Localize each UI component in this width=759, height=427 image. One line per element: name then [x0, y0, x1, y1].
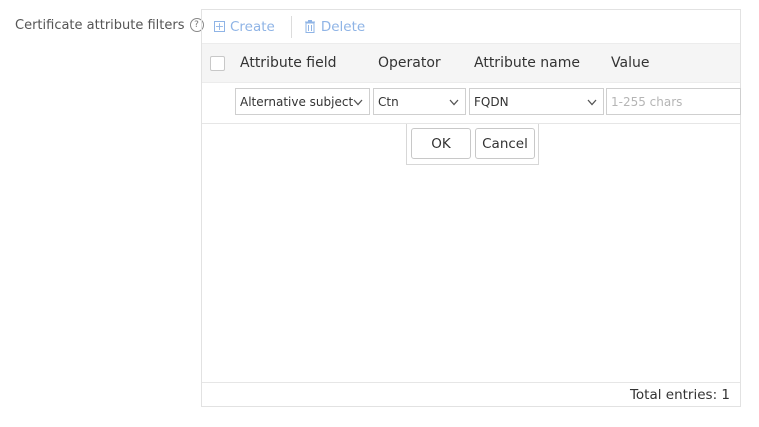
delete-button[interactable]: Delete	[304, 19, 365, 35]
table-row-edit: Alternative subject Ctn FQDN	[202, 83, 741, 124]
toolbar-divider	[290, 15, 292, 38]
toolbar: + Create Delete	[202, 10, 740, 43]
operator-select[interactable]: Ctn	[373, 88, 466, 115]
attribute-name-value: FQDN	[474, 94, 509, 109]
attribute-field-value: Alternative subject	[240, 94, 354, 109]
cancel-button[interactable]: Cancel	[475, 128, 535, 159]
column-header-attribute-field[interactable]: Attribute field	[240, 44, 336, 82]
chevron-down-icon	[353, 99, 363, 106]
table-header: Attribute field Operator Attribute name …	[202, 43, 740, 83]
plus-icon: +	[214, 20, 225, 33]
row-action-popover: OK Cancel	[406, 124, 539, 165]
trash-icon	[304, 20, 315, 33]
chevron-down-icon	[587, 99, 597, 106]
attribute-field-select[interactable]: Alternative subject	[235, 88, 370, 115]
create-label: Create	[230, 18, 275, 35]
ok-button[interactable]: OK	[411, 128, 471, 159]
field-label-text: Certificate attribute filters	[15, 17, 185, 33]
certificate-attribute-filters-label: Certificate attribute filters ?	[15, 15, 204, 35]
select-all-checkbox[interactable]	[210, 56, 225, 71]
filters-table-panel: + Create Delete Attribute field Operator…	[201, 9, 741, 407]
value-input[interactable]	[606, 88, 741, 115]
attribute-name-select[interactable]: FQDN	[469, 88, 604, 115]
create-button[interactable]: + Create	[214, 19, 275, 35]
column-header-attribute-name[interactable]: Attribute name	[474, 44, 580, 82]
total-entries: Total entries: 1	[629, 387, 730, 403]
column-header-value[interactable]: Value	[611, 44, 649, 82]
delete-label: Delete	[320, 18, 366, 35]
table-footer: Total entries: 1	[202, 382, 740, 406]
operator-value: Ctn	[378, 94, 399, 109]
column-header-operator[interactable]: Operator	[378, 44, 441, 82]
chevron-down-icon	[449, 99, 459, 106]
